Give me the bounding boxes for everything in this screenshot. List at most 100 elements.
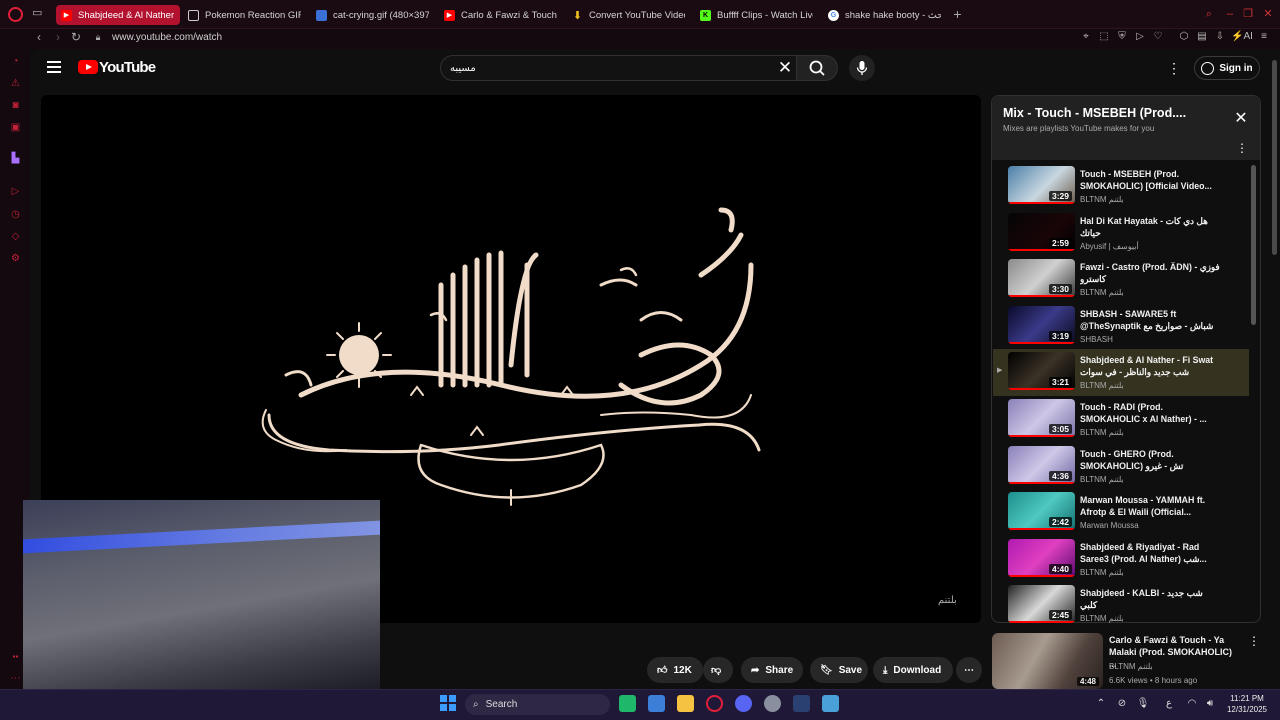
mix-item-thumbnail[interactable]: 2:42 bbox=[1008, 492, 1075, 530]
aria-icon[interactable]: ◔ bbox=[9, 55, 22, 68]
mix-item-thumbnail[interactable]: 3:19 bbox=[1008, 306, 1075, 344]
voice-search-button[interactable] bbox=[849, 55, 875, 81]
tab-google-search[interactable]: G shake hake booty - بحث G bbox=[823, 5, 947, 25]
network-icon[interactable]: ⊘ bbox=[1115, 697, 1129, 711]
recommended-channel[interactable]: BLTNM بلتنم bbox=[1109, 662, 1153, 671]
share-button[interactable]: ➦ Share bbox=[741, 657, 803, 683]
mix-title[interactable]: Mix - Touch - MSEBEH (Prod.... bbox=[1003, 106, 1186, 120]
app-green-icon[interactable] bbox=[619, 695, 636, 712]
mix-item[interactable]: 3:19 SHBASH - SAWARE5 ft @TheSynaptik شبا… bbox=[993, 303, 1249, 350]
app-icon[interactable]: ▣ bbox=[9, 121, 22, 134]
taskbar-search[interactable]: ⌕ Search bbox=[465, 694, 610, 715]
more-actions-button[interactable]: ⋯ bbox=[956, 657, 982, 683]
easy-setup-icon[interactable]: ≡ bbox=[1257, 30, 1271, 44]
youtube-logo-text[interactable]: YouTube bbox=[99, 59, 156, 76]
mix-item-channel[interactable]: BLTNM بلتنم bbox=[1080, 614, 1124, 623]
forward-icon[interactable]: › bbox=[50, 29, 66, 45]
hamburger-menu-icon[interactable] bbox=[47, 61, 61, 73]
snapshot-icon[interactable]: ⬚ bbox=[1097, 30, 1111, 44]
like-button[interactable]: 👍︎ 12K bbox=[647, 657, 703, 683]
close-window-icon[interactable]: ✕ bbox=[1262, 8, 1274, 20]
tab-pokemon[interactable]: Pokemon Reaction GIF - F bbox=[183, 5, 307, 25]
mix-item-channel[interactable]: BLTNM بلتنم bbox=[1080, 475, 1124, 484]
taskbar-clock[interactable]: 11:21 PM 12/31/2025 bbox=[1222, 693, 1272, 715]
heart-icon[interactable]: ♡ bbox=[1151, 30, 1165, 44]
mix-item[interactable]: 2:59 Hal Di Kat Hayatak - هل دي كات حياتك… bbox=[993, 210, 1249, 257]
recommended-more-icon[interactable]: ⋮ bbox=[1248, 634, 1260, 648]
url-field[interactable]: www.youtube.com/watch bbox=[112, 32, 222, 43]
volume-icon[interactable]: 🔊︎ bbox=[1203, 697, 1217, 711]
mix-item[interactable]: ▶ 3:21 Shabjdeed & Al Nather - Fi Swat شب … bbox=[993, 349, 1249, 396]
mix-item-title[interactable]: SHBASH - SAWARE5 ft @TheSynaptik شباش - … bbox=[1080, 308, 1220, 332]
reload-icon[interactable]: ↻ bbox=[68, 29, 84, 45]
tab-kick-clips[interactable]: K Buffff Clips - Watch Live c bbox=[695, 5, 819, 25]
mix-item[interactable]: 3:30 Fawzi - Castro (Prod. ÄDN) فوزي - كا… bbox=[993, 256, 1249, 303]
page-scrollbar[interactable] bbox=[1272, 60, 1277, 255]
sidebar-more-icon[interactable]: ⋯ bbox=[9, 672, 22, 685]
mix-item-thumbnail[interactable]: 3:05 bbox=[1008, 399, 1075, 437]
mix-item-title[interactable]: Fawzi - Castro (Prod. ÄDN) فوزي - كاسترو bbox=[1080, 261, 1220, 285]
minimize-icon[interactable]: – bbox=[1224, 8, 1236, 20]
mix-item-title[interactable]: Shabjdeed & Al Nather - Fi Swat شب جديد … bbox=[1080, 354, 1220, 378]
dislike-button[interactable]: 👎︎ bbox=[703, 657, 733, 683]
opera-logo-icon[interactable] bbox=[8, 7, 23, 22]
image-app-icon[interactable] bbox=[822, 695, 839, 712]
wifi-icon[interactable]: ◠ bbox=[1185, 697, 1199, 711]
mix-item-channel[interactable]: BLTNM بلتنم bbox=[1080, 428, 1124, 437]
settings-app-icon[interactable] bbox=[764, 695, 781, 712]
mix-item-thumbnail[interactable]: 2:59 bbox=[1008, 213, 1075, 251]
tab-convert-youtube[interactable]: ⬇ Convert YouTube Videos t bbox=[567, 5, 691, 25]
tray-chevron-icon[interactable]: ⌃ bbox=[1094, 697, 1108, 711]
download-button[interactable]: ⤓ Download bbox=[873, 657, 953, 683]
mix-item-thumbnail[interactable]: 4:40 bbox=[1008, 539, 1075, 577]
mix-item-thumbnail[interactable]: 3:30 bbox=[1008, 259, 1075, 297]
mix-item-title[interactable]: Touch - GHERO (Prod. SMOKAHOLIC) تش - غي… bbox=[1080, 448, 1220, 472]
mix-item-title[interactable]: Hal Di Kat Hayatak - هل دي كات حياتك bbox=[1080, 215, 1220, 239]
tab-cat-crying[interactable]: cat-crying.gif (480×397) bbox=[311, 5, 435, 25]
mix-item-thumbnail[interactable]: 2:45 bbox=[1008, 585, 1075, 623]
desktop-app-icon[interactable] bbox=[648, 695, 665, 712]
pin-icon[interactable]: ⌖ bbox=[1079, 30, 1093, 44]
download-icon[interactable]: ⇩ bbox=[1213, 30, 1227, 44]
mix-scrollbar[interactable] bbox=[1251, 165, 1256, 325]
twitch-icon[interactable]: ▙ bbox=[9, 152, 22, 165]
mix-item[interactable]: 4:40 Shabjdeed & Riyadiyat - Rad Saree3 (… bbox=[993, 536, 1249, 583]
messenger-icon[interactable]: ◙ bbox=[9, 99, 22, 112]
start-icon[interactable] bbox=[440, 695, 456, 711]
mix-item[interactable]: 3:05 Touch - RADI (Prod. SMOKAHOLIC x Al … bbox=[993, 396, 1249, 443]
mix-item-thumbnail[interactable]: 3:21 bbox=[1008, 352, 1075, 390]
mix-item-channel[interactable]: BLTNM بلتنم bbox=[1080, 195, 1124, 204]
settings-more-icon[interactable]: ⋮ bbox=[1167, 59, 1181, 77]
settings-icon[interactable]: ⚙ bbox=[9, 252, 22, 265]
tab-shabjdeed[interactable]: ▶ Shabjdeed & Al Nather bbox=[56, 5, 180, 25]
mix-item-channel[interactable]: BLTNM بلتنم bbox=[1080, 288, 1124, 297]
steam-icon[interactable] bbox=[793, 695, 810, 712]
mix-item-title[interactable]: Touch - MSEBEH (Prod. SMOKAHOLIC) [Offic… bbox=[1080, 168, 1220, 192]
mix-item[interactable]: 3:29 Touch - MSEBEH (Prod. SMOKAHOLIC) [O… bbox=[993, 163, 1249, 210]
new-tab-icon[interactable]: + bbox=[951, 7, 964, 21]
save-button[interactable]: 🔖︎ Save bbox=[810, 657, 868, 683]
youtube-logo-icon[interactable] bbox=[78, 60, 98, 74]
maximize-icon[interactable]: ❐ bbox=[1242, 8, 1254, 20]
discord-icon[interactable] bbox=[735, 695, 752, 712]
extensions-icon[interactable]: ⬡ bbox=[1177, 30, 1191, 44]
search-tabs-icon[interactable]: ⌕ bbox=[1203, 8, 1215, 20]
mix-more-icon[interactable]: ⋮ bbox=[1236, 141, 1248, 155]
search-input[interactable] bbox=[450, 60, 770, 76]
mix-item[interactable]: 4:36 Touch - GHERO (Prod. SMOKAHOLIC) تش … bbox=[993, 443, 1249, 490]
mix-item-title[interactable]: Touch - RADI (Prod. SMOKAHOLIC x Al Nath… bbox=[1080, 401, 1220, 425]
mix-item-title[interactable]: Marwan Moussa - YAMMAH ft. Afrotp & El W… bbox=[1080, 494, 1220, 518]
mix-item-channel[interactable]: BLTNM بلتنم bbox=[1080, 381, 1124, 390]
mix-item-channel[interactable]: SHBASH bbox=[1080, 335, 1113, 344]
mix-item-channel[interactable]: Marwan Moussa bbox=[1080, 521, 1139, 530]
close-mix-icon[interactable]: ✕ bbox=[1234, 111, 1248, 127]
recommended-thumbnail[interactable]: 4:48 bbox=[992, 633, 1103, 689]
ai-icon[interactable]: ⚡AI bbox=[1231, 30, 1253, 44]
tab-islands-icon[interactable]: ▪▪ bbox=[9, 650, 22, 663]
opera-taskbar-icon[interactable] bbox=[706, 695, 723, 712]
back-icon[interactable]: ‹ bbox=[31, 29, 47, 45]
bookmarks-icon[interactable]: ◇ bbox=[9, 230, 22, 243]
extension-icon[interactable]: ⚠ bbox=[9, 77, 22, 90]
player-sidebar-icon[interactable]: ▷ bbox=[9, 185, 22, 198]
language-indicator[interactable]: ع bbox=[1162, 697, 1176, 711]
